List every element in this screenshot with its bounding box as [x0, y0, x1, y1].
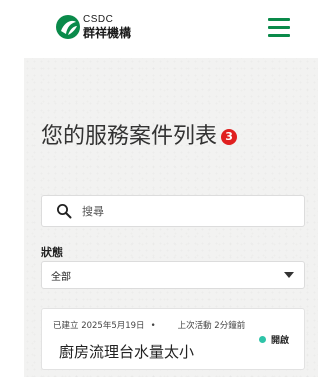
case-title: 廚房流理台水量太小 — [59, 343, 195, 361]
status-dot-icon — [259, 336, 266, 343]
logo-text-zh: 群祥機構 — [83, 26, 132, 40]
hamburger-menu-icon[interactable] — [268, 18, 290, 38]
case-list-item[interactable]: 已建立 2025年5月19日 • 上次活動 2分鐘前 開啟 廚房流理台水量太小 — [41, 308, 305, 370]
search-icon — [57, 204, 72, 219]
top-navigation-bar: CSDC 群祥機構 — [0, 0, 334, 58]
case-status-label: 開啟 — [271, 336, 290, 346]
case-last-activity: 上次活動 2分鐘前 — [177, 321, 246, 331]
case-meta: 已建立 2025年5月19日 • 上次活動 2分鐘前 — [53, 319, 245, 331]
case-count-badge: 3 — [221, 129, 238, 145]
status-filter-select[interactable]: 全部 — [41, 261, 305, 289]
csdc-logo[interactable]: CSDC 群祥機構 — [55, 12, 135, 42]
search-box[interactable] — [41, 195, 305, 227]
case-status: 開啟 — [259, 333, 289, 346]
status-filter-label: 狀態 — [41, 246, 63, 259]
page-title-text: 您的服務案件列表 — [41, 124, 218, 149]
chevron-down-icon — [284, 272, 294, 278]
page-title: 您的服務案件列表 3 — [41, 122, 238, 152]
logo-mark-icon — [56, 15, 80, 39]
meta-separator: • — [150, 321, 156, 331]
case-created-date: 已建立 2025年5月19日 — [53, 321, 145, 331]
logo-text-en: CSDC — [83, 14, 114, 25]
search-input[interactable] — [82, 201, 292, 221]
main-content: 您的服務案件列表3 狀態 全部 已建立 2025年5月19日 • 上次活動 2分鐘前… — [24, 58, 318, 377]
status-filter-value: 全部 — [51, 272, 71, 283]
